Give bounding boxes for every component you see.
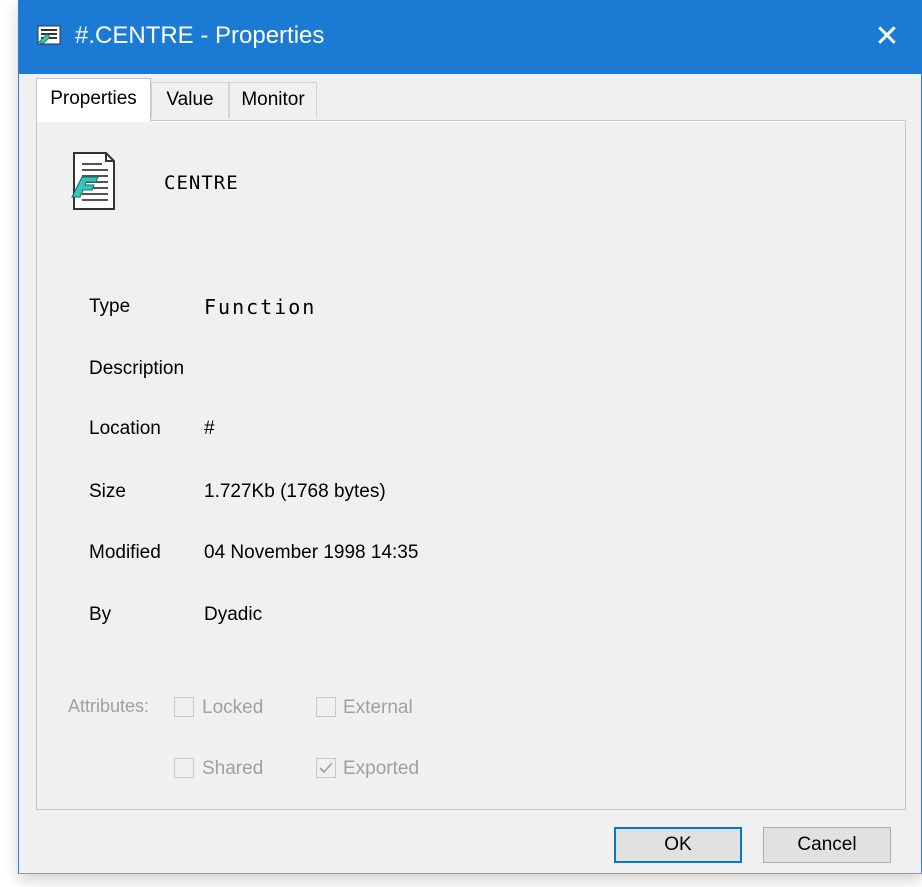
locked-checkbox[interactable] xyxy=(174,697,194,717)
modified-label: Modified xyxy=(89,542,161,563)
workspace-object-icon xyxy=(37,25,61,45)
tab-value[interactable]: Value xyxy=(151,82,229,118)
ok-button[interactable]: OK xyxy=(614,827,742,863)
function-document-icon xyxy=(71,152,115,210)
attributes-label: Attributes: xyxy=(68,696,150,716)
modified-value: 04 November 1998 14:35 xyxy=(204,542,419,563)
close-button[interactable]: ✕ xyxy=(853,0,921,74)
exported-label: Exported xyxy=(343,758,420,779)
type-value: Function xyxy=(204,295,317,319)
exported-checkbox[interactable] xyxy=(316,758,336,778)
title-bar[interactable]: #.CENTRE - Properties ✕ xyxy=(19,0,921,74)
size-value: 1.727Kb (1768 bytes) xyxy=(204,481,386,502)
tab-properties[interactable]: Properties xyxy=(36,78,151,122)
window-title: #.CENTRE - Properties xyxy=(75,22,325,49)
type-label: Type xyxy=(89,296,131,317)
shared-label: Shared xyxy=(202,758,264,779)
location-label: Location xyxy=(89,418,161,439)
external-checkbox[interactable] xyxy=(316,697,336,717)
close-icon: ✕ xyxy=(874,20,900,53)
cancel-button[interactable]: Cancel xyxy=(763,827,891,863)
by-label: By xyxy=(89,604,112,625)
external-label: External xyxy=(343,697,413,718)
tab-monitor[interactable]: Monitor xyxy=(229,82,317,118)
object-name: CENTRE xyxy=(164,172,239,194)
location-value: # xyxy=(204,418,215,439)
properties-dialog: #.CENTRE - Properties ✕ Properties Value… xyxy=(18,0,922,874)
checkmark-icon xyxy=(319,762,333,774)
by-value: Dyadic xyxy=(204,604,263,625)
properties-panel: CENTRE Type Function Description Locatio… xyxy=(36,120,906,810)
shared-checkbox[interactable] xyxy=(174,758,194,778)
description-label: Description xyxy=(89,358,185,379)
locked-label: Locked xyxy=(202,697,264,718)
size-label: Size xyxy=(89,481,126,502)
